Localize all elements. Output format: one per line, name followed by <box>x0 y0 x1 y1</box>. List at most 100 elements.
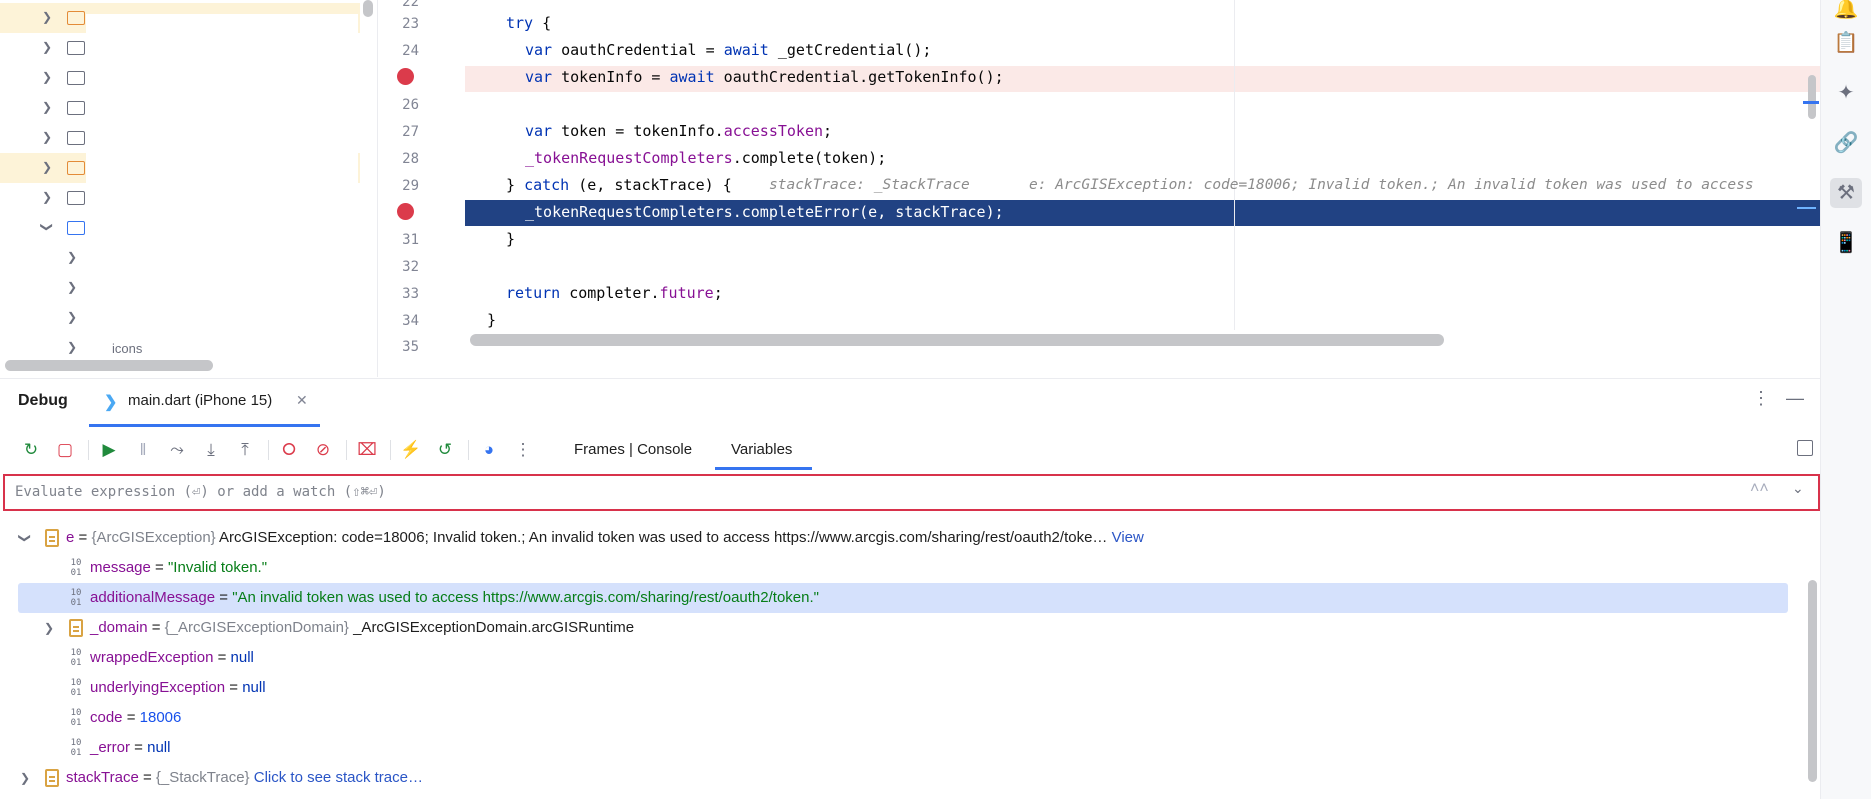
chevron-right-icon[interactable]: ❯ <box>40 100 54 114</box>
pause-icon[interactable]: ‖ <box>129 436 157 464</box>
stop-icon[interactable]: ▢ <box>51 436 79 464</box>
minimize-icon[interactable]: — <box>1786 388 1804 409</box>
inline-debug-hint: stackTrace: _StackTrace <box>769 177 970 193</box>
tab-variables[interactable]: Variables <box>731 441 792 458</box>
tree-vertical-scrollbar[interactable] <box>363 0 373 17</box>
code-line: _tokenRequestCompleters.completeError(e,… <box>525 203 1004 221</box>
code-line: } <box>487 311 497 329</box>
folder-icon <box>67 161 85 175</box>
editor-vertical-scrollbar[interactable] <box>1808 75 1816 119</box>
primitive-icon: 10 01 <box>70 678 82 698</box>
chevron-right-icon[interactable]: ❯ <box>42 621 56 635</box>
scroll-marker <box>1803 101 1819 104</box>
ai-assistant-icon[interactable]: ✦ <box>1830 78 1862 108</box>
step-out-icon[interactable]: ⤒ <box>231 436 259 464</box>
variable-row-additionalMessage[interactable]: 10 01 additionalMessage = "An invalid tok… <box>18 583 1788 613</box>
object-icon <box>45 529 59 547</box>
hot-restart-icon[interactable]: ↺ <box>431 436 459 464</box>
variable-row-code[interactable]: 10 01 code = 18006 <box>0 703 1800 733</box>
chevron-down-icon[interactable]: ❯ <box>18 531 32 545</box>
view-breakpoints-icon[interactable]: ⭘ <box>275 436 303 464</box>
object-icon <box>45 769 59 787</box>
chevron-right-icon[interactable]: ❯ <box>40 70 54 84</box>
variable-value: "Invalid token." <box>167 559 268 576</box>
rerun-icon[interactable]: ↻ <box>17 436 45 464</box>
chevron-down-icon[interactable]: ❯ <box>40 220 54 234</box>
chevron-right-icon[interactable]: ❯ <box>65 280 79 294</box>
line-number: 29 <box>402 178 419 194</box>
chevron-right-icon[interactable]: ❯ <box>65 310 79 324</box>
evaluate-expression-placeholder: Evaluate expression (⏎) or add a watch (… <box>15 484 386 500</box>
chevron-right-icon[interactable]: ❯ <box>40 160 54 174</box>
right-margin-guide <box>1234 0 1235 330</box>
close-icon[interactable]: ✕ <box>296 392 308 409</box>
code-line: try { <box>506 14 552 32</box>
tab-frames-console[interactable]: Frames | Console <box>574 441 692 458</box>
redacted-area <box>86 14 358 352</box>
tab-underline <box>715 467 812 470</box>
step-over-icon[interactable]: ⤳ <box>163 436 191 464</box>
variable-row-message[interactable]: 10 01 message = "Invalid token." <box>0 553 1800 583</box>
variable-name: wrappedException <box>90 649 214 666</box>
variable-text: _domain = {_ArcGISExceptionDomain} _ArcG… <box>90 619 635 636</box>
view-link[interactable]: View <box>1112 529 1144 546</box>
primitive-icon: 10 01 <box>70 588 82 608</box>
breakpoint-icon[interactable] <box>397 68 414 85</box>
variable-row-underlyingException[interactable]: 10 01 underlyingException = null <box>0 673 1800 703</box>
code-line: var tokenInfo = await oauthCredential.ge… <box>525 68 1004 86</box>
variable-type: {ArcGISException} <box>91 529 216 546</box>
tree-horizontal-scrollbar[interactable] <box>5 360 213 371</box>
more-options-icon[interactable]: ⋮ <box>1752 388 1770 409</box>
folder-icon <box>67 101 85 115</box>
add-watch-icon[interactable]: ˄˄ <box>1750 480 1769 498</box>
flutter-icon: ❯ <box>104 394 118 411</box>
folder-icon <box>67 221 85 235</box>
primitive-icon: 10 01 <box>70 708 82 728</box>
code-line: } catch (e, stackTrace) { <box>506 176 732 194</box>
editor-horizontal-scrollbar[interactable] <box>470 334 1444 346</box>
clipboard-icon[interactable]: 📋 <box>1830 28 1862 58</box>
variable-name: underlyingException <box>90 679 226 696</box>
tab-underline <box>89 424 320 427</box>
toolbar-separator <box>346 440 347 460</box>
notifications-icon[interactable]: 🔔 <box>1830 0 1862 24</box>
variable-text: e = {ArcGISException} ArcGISException: c… <box>66 529 1144 546</box>
variable-value: _ArcGISExceptionDomain.arcGISRuntime <box>353 619 635 636</box>
variables-vertical-scrollbar[interactable] <box>1808 580 1817 782</box>
variable-text: stackTrace = {_StackTrace} Click to see … <box>66 769 423 786</box>
chevron-right-icon[interactable]: ❯ <box>40 130 54 144</box>
devtools-icon[interactable]: ◕ <box>475 436 503 464</box>
tools-icon[interactable]: ⚒ <box>1830 178 1862 208</box>
variable-row-error[interactable]: 10 01 _error = null <box>0 733 1800 763</box>
chevron-right-icon[interactable]: ❯ <box>40 10 54 24</box>
line-number: 34 <box>402 313 419 329</box>
chevron-right-icon[interactable]: ❯ <box>18 771 32 785</box>
mute-breakpoints-icon[interactable]: ⊘ <box>309 436 337 464</box>
layout-settings-icon[interactable] <box>1797 440 1813 456</box>
primitive-icon: 10 01 <box>70 738 82 758</box>
device-icon[interactable]: 📱 <box>1830 228 1862 258</box>
hot-reload-icon[interactable]: ⚡ <box>397 436 425 464</box>
chevron-down-icon[interactable]: ⌄ <box>1792 480 1804 497</box>
line-number: 31 <box>402 232 419 248</box>
variable-value: null <box>230 649 254 666</box>
chevron-right-icon[interactable]: ❯ <box>40 190 54 204</box>
breakpoint-icon[interactable] <box>397 203 414 220</box>
chevron-right-icon[interactable]: ❯ <box>40 40 54 54</box>
chevron-right-icon[interactable]: ❯ <box>65 340 79 354</box>
stack-trace-link[interactable]: Click to see stack trace… <box>254 769 423 786</box>
more-icon[interactable]: ⋮ <box>509 436 537 464</box>
variable-row-stackTrace[interactable]: ❯ stackTrace = {_StackTrace} Click to se… <box>0 763 1800 793</box>
step-into-icon[interactable]: ⤓ <box>197 436 225 464</box>
resume-icon[interactable]: ▶ <box>95 436 123 464</box>
variable-row-wrappedException[interactable]: 10 01 wrappedException = null <box>0 643 1800 673</box>
chevron-right-icon[interactable]: ❯ <box>65 250 79 264</box>
primitive-icon: 10 01 <box>70 558 82 578</box>
link-icon[interactable]: 🔗 <box>1830 128 1862 158</box>
variable-row-e[interactable]: ❯ e = {ArcGISException} ArcGISException:… <box>0 523 1800 553</box>
toolbar-separator <box>468 440 469 460</box>
variable-name: e <box>66 529 75 546</box>
folder-icon <box>67 191 85 205</box>
exception-breakpoint-icon[interactable]: ⌧ <box>353 436 381 464</box>
variable-row-domain[interactable]: ❯ _domain = {_ArcGISExceptionDomain} _Ar… <box>0 613 1800 643</box>
